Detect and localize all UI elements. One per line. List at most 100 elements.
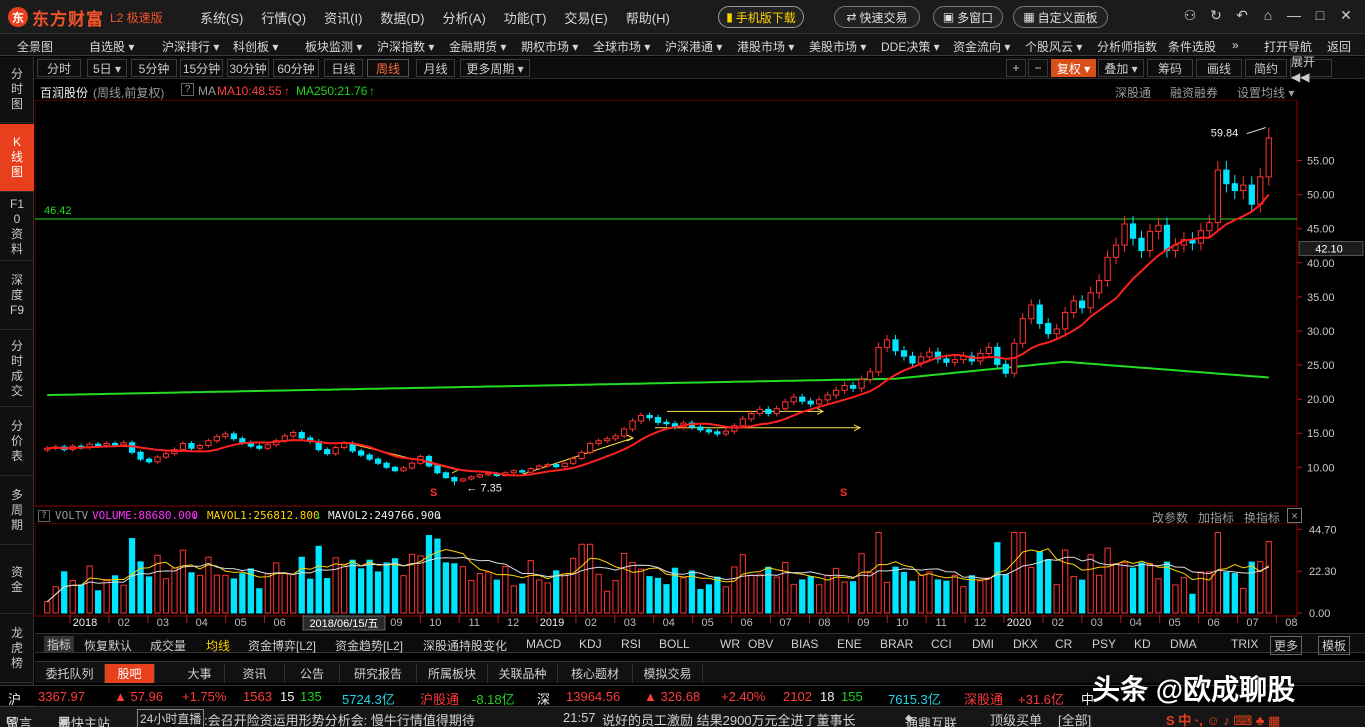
- candle[interactable]: [1070, 295, 1077, 319]
- volume-bar[interactable]: [756, 573, 763, 614]
- volume-bar[interactable]: [960, 586, 967, 614]
- volume-bar[interactable]: [985, 577, 992, 614]
- bottom-tab-6[interactable]: 所属板块: [417, 664, 488, 683]
- volume-bar[interactable]: [553, 570, 560, 614]
- volume-bar[interactable]: [485, 571, 492, 614]
- live-button[interactable]: 24小时直播: [137, 709, 205, 727]
- candle[interactable]: [434, 464, 441, 475]
- nav-item-9[interactable]: 沪深港通 ▾: [665, 38, 722, 55]
- indicator-5[interactable]: 资金趋势[L2]: [335, 637, 403, 654]
- volume-bar[interactable]: [239, 573, 246, 614]
- tool-6[interactable]: 简约: [1245, 59, 1287, 77]
- volume-bar[interactable]: [883, 581, 891, 614]
- volume-bar[interactable]: [459, 566, 467, 614]
- volume-bar[interactable]: [1011, 531, 1018, 614]
- volume-bar[interactable]: [519, 583, 526, 614]
- candle[interactable]: [595, 438, 602, 446]
- volume-bar[interactable]: [52, 586, 59, 614]
- menu-analysis[interactable]: 分析(A): [442, 8, 485, 27]
- volume-bar[interactable]: [451, 563, 458, 614]
- period-8[interactable]: 月线: [416, 59, 455, 77]
- nav-item-4[interactable]: 板块监测 ▾: [305, 38, 362, 55]
- volume-bar[interactable]: [315, 545, 322, 614]
- custom-panel-button[interactable]: ▦ 自定义面板: [1013, 6, 1108, 28]
- tab-depth[interactable]: 深度F9: [0, 262, 34, 330]
- tab-price-table[interactable]: 分价表: [0, 408, 34, 476]
- candle[interactable]: [510, 469, 517, 475]
- candle[interactable]: [1036, 299, 1043, 329]
- volume-bar[interactable]: [1045, 559, 1052, 614]
- volume-bar[interactable]: [324, 578, 331, 614]
- candle[interactable]: [866, 367, 874, 384]
- volume-bar[interactable]: [256, 588, 263, 614]
- period-4[interactable]: 30分钟: [227, 59, 269, 77]
- volume-bar[interactable]: [61, 571, 68, 614]
- period-3[interactable]: 15分钟: [180, 59, 223, 77]
- volume-bar[interactable]: [570, 557, 577, 614]
- volume-bar[interactable]: [1019, 531, 1026, 614]
- candle[interactable]: [790, 393, 797, 406]
- bottom-tab-0[interactable]: 委托队列: [35, 664, 105, 683]
- volume-bar[interactable]: [1070, 575, 1077, 614]
- candle[interactable]: [519, 469, 526, 474]
- volume-chart[interactable]: 0.00 22.30 44.70 2018 02 03 04 05 06 07 08 09 10 11 12…: [35, 523, 1365, 633]
- volume-bar[interactable]: [1028, 566, 1035, 614]
- volume-bar[interactable]: [646, 576, 653, 614]
- volume-bar[interactable]: [765, 566, 772, 614]
- volume-bar[interactable]: [264, 572, 271, 614]
- candle[interactable]: [561, 461, 568, 469]
- volume-bar[interactable]: [892, 566, 899, 614]
- volume-bar[interactable]: [849, 581, 857, 614]
- candle[interactable]: [1053, 323, 1060, 339]
- volume-bar[interactable]: [536, 579, 543, 614]
- bottom-tab-7[interactable]: 关联品种: [488, 664, 558, 683]
- volume-bar[interactable]: [1121, 562, 1128, 614]
- candle[interactable]: [357, 448, 365, 458]
- candle[interactable]: [44, 446, 51, 453]
- nav-item-0[interactable]: 全景图: [17, 38, 53, 55]
- tool-2[interactable]: 复权 ▾: [1051, 59, 1096, 77]
- menu-help[interactable]: 帮助(H): [626, 8, 670, 27]
- volume-bar[interactable]: [1172, 584, 1179, 614]
- refresh-icon[interactable]: ↻: [1203, 7, 1229, 24]
- link-margin[interactable]: 融资融券: [1170, 84, 1218, 101]
- volume-bar[interactable]: [1129, 567, 1137, 614]
- tool-3[interactable]: 叠加 ▾: [1098, 59, 1144, 77]
- indicator-1[interactable]: 恢复默认: [84, 637, 132, 654]
- candle[interactable]: [883, 334, 891, 353]
- indicator-10[interactable]: BOLL: [659, 637, 690, 651]
- nav-item-7[interactable]: 期权市场 ▾: [521, 38, 578, 55]
- indicator-12[interactable]: OBV: [748, 637, 773, 651]
- volume-bar[interactable]: [162, 578, 170, 614]
- indicator-15[interactable]: BRAR: [880, 637, 913, 651]
- volume-bar[interactable]: [1189, 593, 1196, 614]
- volume-bar[interactable]: [748, 574, 755, 614]
- candle[interactable]: [603, 436, 611, 444]
- volume-bar[interactable]: [824, 574, 831, 614]
- candle[interactable]: [1172, 237, 1179, 258]
- indicator-6[interactable]: 深股通持股变化: [423, 637, 507, 654]
- volume-bar[interactable]: [841, 581, 848, 614]
- candle[interactable]: [1155, 217, 1162, 240]
- news-ticker-2[interactable]: 说好的员工激励 结果2900万元全进了董事长: [602, 710, 856, 727]
- tool-5[interactable]: 画线: [1196, 59, 1242, 77]
- candle[interactable]: [1129, 216, 1137, 246]
- candle[interactable]: [476, 473, 483, 479]
- candle[interactable]: [858, 375, 865, 392]
- candle[interactable]: [86, 441, 93, 450]
- candle[interactable]: [400, 466, 407, 473]
- candle[interactable]: [629, 418, 636, 432]
- period-2[interactable]: 5分钟: [131, 59, 177, 77]
- shirt-icon[interactable]: ⌂: [1255, 7, 1281, 24]
- volume-bar[interactable]: [951, 574, 959, 614]
- candle[interactable]: [162, 451, 170, 460]
- indicator-19[interactable]: CR: [1055, 637, 1072, 651]
- nav-item-8[interactable]: 全球市场 ▾: [593, 38, 650, 55]
- candle[interactable]: [824, 391, 831, 404]
- indicator-16[interactable]: CCI: [931, 637, 952, 651]
- menu-trade[interactable]: 交易(E): [564, 8, 607, 27]
- indicator-9[interactable]: RSI: [621, 637, 641, 651]
- bottom-tab-4[interactable]: 公告: [285, 664, 340, 683]
- tab-trades[interactable]: 分时成交: [0, 331, 34, 407]
- candle[interactable]: [807, 397, 814, 408]
